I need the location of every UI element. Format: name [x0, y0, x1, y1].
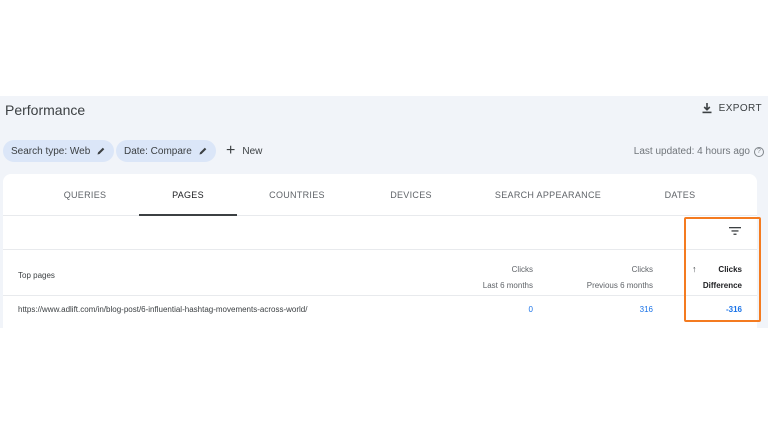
column-label: Clicks [631, 265, 653, 274]
performance-panel: Performance EXPORT Search type: Web Date… [0, 96, 768, 328]
table-row[interactable]: https://www.adlift.com/in/blog-post/6-in… [3, 296, 757, 326]
dimension-tabs: QUERIES PAGES COUNTRIES DEVICES SEARCH A… [3, 174, 757, 216]
tab-queries[interactable]: QUERIES [35, 174, 135, 216]
column-top-pages[interactable]: Top pages [18, 271, 55, 280]
pencil-icon [97, 147, 105, 155]
search-type-label: Search type: Web [11, 145, 91, 157]
clicks-previous-6-months-value: 316 [639, 305, 653, 314]
new-label: New [242, 145, 263, 157]
pencil-icon [199, 147, 207, 155]
last-updated-text: Last updated: 4 hours ago [633, 146, 750, 157]
search-type-chip[interactable]: Search type: Web [3, 140, 115, 162]
page-title: Performance [5, 102, 86, 118]
tab-search-appearance[interactable]: SEARCH APPEARANCE [483, 174, 613, 216]
date-chip[interactable]: Date: Compare [116, 140, 216, 162]
tab-pages[interactable]: PAGES [139, 174, 237, 216]
tab-devices[interactable]: DEVICES [361, 174, 461, 216]
column-sublabel: Last 6 months [482, 281, 533, 290]
tab-dates[interactable]: DATES [630, 174, 730, 216]
table-header: Top pages Clicks Last 6 months Clicks Pr… [3, 250, 757, 296]
report-card: QUERIES PAGES COUNTRIES DEVICES SEARCH A… [3, 174, 757, 328]
table-toolbar [3, 216, 757, 250]
export-button[interactable]: EXPORT [701, 102, 762, 114]
export-label: EXPORT [718, 102, 762, 114]
new-filter-button[interactable]: + New [226, 140, 262, 162]
plus-icon: + [226, 142, 236, 159]
page-url[interactable]: https://www.adlift.com/in/blog-post/6-in… [18, 305, 307, 314]
download-icon [702, 103, 712, 114]
column-sublabel: Previous 6 months [586, 281, 653, 290]
help-circle-icon[interactable]: ? [754, 146, 764, 157]
column-label: Clicks [511, 265, 533, 274]
highlight-box [684, 217, 761, 322]
column-clicks-last-6-months[interactable]: Clicks Last 6 months [483, 262, 533, 294]
tab-countries[interactable]: COUNTRIES [247, 174, 347, 216]
date-label: Date: Compare [124, 145, 192, 157]
performance-header: Performance EXPORT [0, 96, 768, 132]
last-updated: Last updated: 4 hours ago ? [634, 146, 764, 157]
clicks-last-6-months-value: 0 [528, 305, 533, 314]
column-clicks-previous-6-months[interactable]: Clicks Previous 6 months [587, 262, 653, 294]
